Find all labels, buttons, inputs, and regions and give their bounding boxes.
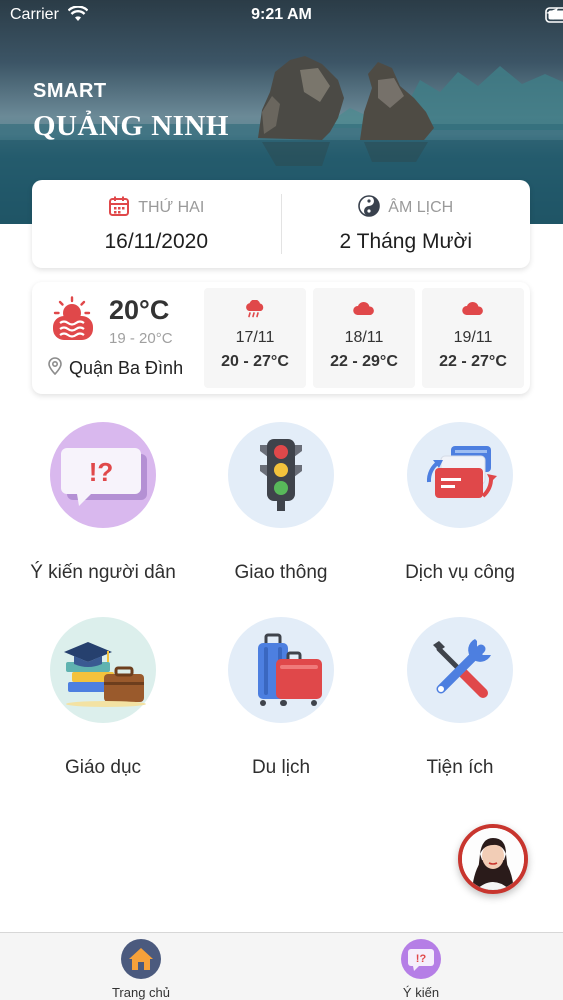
forecast-temperature: 22 - 29°C bbox=[330, 353, 398, 370]
svg-text:!?: !? bbox=[89, 457, 114, 487]
service-label: Tiện ích bbox=[426, 757, 494, 778]
forecast-date: 17/11 bbox=[235, 329, 275, 346]
service-traffic[interactable]: Giao thông bbox=[191, 422, 371, 584]
map-pin-icon bbox=[48, 357, 62, 380]
luggage-icon bbox=[228, 617, 334, 723]
feedback-icon: !? bbox=[401, 939, 441, 979]
service-label: Dịch vụ công bbox=[405, 562, 515, 583]
weather-sun-fog-icon bbox=[48, 296, 98, 347]
weekday-label: THỨ HAI bbox=[138, 199, 205, 216]
lunar-date-section: ÂM LỊCH 2 Tháng Mười bbox=[280, 194, 531, 254]
yin-yang-icon bbox=[358, 194, 381, 222]
forecast-temperature: 22 - 27°C bbox=[439, 353, 507, 370]
forecast-day: 18/11 22 - 29°C bbox=[313, 288, 415, 388]
forecast-day: 17/11 20 - 27°C bbox=[204, 288, 306, 388]
tools-icon bbox=[407, 617, 513, 723]
forecast-date: 18/11 bbox=[344, 329, 384, 346]
public-service-icon bbox=[407, 422, 513, 528]
virtual-assistant-avatar[interactable] bbox=[458, 824, 528, 894]
brand-smart: SMART bbox=[33, 80, 107, 102]
location-name: Quận Ba Đình bbox=[69, 358, 184, 378]
tab-label: Trang chủ bbox=[111, 985, 171, 1000]
service-label: Ý kiến người dân bbox=[30, 562, 176, 583]
weather-card[interactable]: 20°C 19 - 20°C Quận Ba Đình 17/11 20 - 2… bbox=[32, 282, 530, 394]
solar-date-section: THỨ HAI 16/11/2020 bbox=[32, 180, 281, 268]
education-icon bbox=[50, 617, 156, 723]
cloud-icon bbox=[422, 300, 524, 323]
calendar-icon bbox=[108, 195, 130, 222]
clock-time: 9:21 AM bbox=[251, 6, 312, 23]
brand-city-name: QUẢNG NINH bbox=[33, 110, 229, 142]
current-temperature: 20°C bbox=[109, 295, 170, 325]
cloud-rain-icon bbox=[204, 299, 306, 323]
bottom-tab-bar: Trang chủ !? Ý kiến bbox=[0, 932, 563, 1000]
current-temperature-range: 19 - 20°C bbox=[109, 330, 173, 347]
service-education[interactable]: Giáo dục bbox=[13, 617, 193, 779]
service-label: Giao thông bbox=[234, 562, 328, 583]
status-bar: Carrier 9:21 AM bbox=[0, 0, 563, 30]
lunar-calendar-label: ÂM LỊCH bbox=[388, 199, 454, 216]
lunar-date-value: 2 Tháng Mười bbox=[339, 229, 472, 253]
solar-date-value: 16/11/2020 bbox=[104, 229, 209, 253]
service-public-services[interactable]: Dịch vụ công bbox=[370, 422, 550, 584]
svg-text:!?: !? bbox=[416, 953, 427, 965]
home-icon bbox=[121, 939, 161, 979]
traffic-light-icon bbox=[228, 422, 334, 528]
date-card[interactable]: THỨ HAI 16/11/2020 ÂM LỊCH 2 Tháng Mười bbox=[32, 180, 530, 268]
feedback-icon: !? bbox=[50, 422, 156, 528]
service-tourism[interactable]: Du lịch bbox=[191, 617, 371, 779]
forecast-date: 19/11 bbox=[453, 329, 493, 346]
assistant-portrait bbox=[462, 828, 524, 890]
forecast-day: 19/11 22 - 27°C bbox=[422, 288, 524, 388]
tab-feedback[interactable]: !? Ý kiến bbox=[361, 939, 481, 1000]
cloud-icon bbox=[313, 300, 415, 323]
forecast-temperature: 20 - 27°C bbox=[221, 353, 289, 370]
tab-label: Ý kiến bbox=[402, 985, 440, 1000]
service-label: Giáo dục bbox=[64, 757, 142, 778]
weather-location: Quận Ba Đình bbox=[48, 357, 183, 380]
tab-home[interactable]: Trang chủ bbox=[81, 939, 201, 1000]
service-utilities[interactable]: Tiện ích bbox=[370, 617, 550, 779]
service-label: Du lịch bbox=[251, 757, 311, 778]
service-citizen-feedback[interactable]: !? Ý kiến người dân bbox=[13, 422, 193, 584]
